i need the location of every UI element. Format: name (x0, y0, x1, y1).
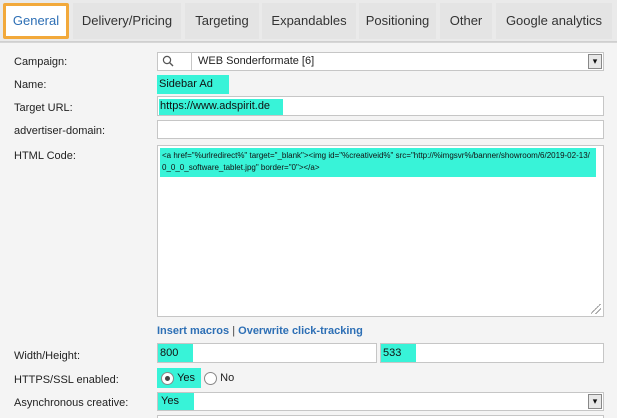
name-label: Name: (14, 79, 47, 91)
name-value: Sidebar Ad (157, 75, 229, 94)
https-radio-group: Yes No (157, 368, 234, 388)
search-icon[interactable] (158, 53, 192, 70)
https-yes-label: Yes (177, 372, 196, 385)
target-url-value: https://www.adspirit.de (159, 99, 283, 115)
width-input[interactable]: 800 (157, 343, 377, 363)
campaign-label: Campaign: (14, 56, 68, 68)
target-url-label: Target URL: (14, 102, 73, 114)
chevron-down-icon[interactable]: ▾ (588, 394, 602, 409)
tab-other[interactable]: Other (440, 3, 492, 39)
radio-yes[interactable] (161, 371, 174, 385)
name-input[interactable]: Sidebar Ad (157, 75, 229, 94)
tab-positioning[interactable]: Positioning (359, 3, 436, 39)
code-links: Insert macros | Overwrite click-tracking (157, 325, 363, 337)
advertiser-domain-label: advertiser-domain: (14, 125, 106, 137)
resize-grip-icon[interactable] (591, 304, 601, 314)
https-label: HTTPS/SSL enabled: (14, 374, 119, 386)
general-form: Campaign: WEB Sonderformate [6] ▾ Name: … (0, 42, 617, 418)
async-label: Asynchronous creative: (14, 397, 129, 409)
ad-editor: General Delivery/Pricing Targeting Expan… (0, 0, 617, 418)
async-select[interactable]: Yes ▾ (157, 392, 604, 411)
html-code-value: <a href="%urlredirect%" target="_blank">… (160, 148, 596, 177)
https-no-label: No (220, 372, 235, 385)
html-code-label: HTML Code: (14, 150, 76, 162)
chevron-down-icon[interactable]: ▾ (588, 54, 602, 69)
https-yes-option[interactable]: Yes (157, 368, 201, 388)
tab-general[interactable]: General (3, 3, 69, 39)
tab-expandables[interactable]: Expandables (262, 3, 356, 39)
width-height-label: Width/Height: (14, 350, 81, 362)
async-value: Yes (158, 393, 194, 410)
tab-delivery-pricing[interactable]: Delivery/Pricing (73, 3, 181, 39)
campaign-value: WEB Sonderformate [6] (198, 55, 315, 67)
tab-google-analytics[interactable]: Google analytics (496, 3, 612, 39)
overwrite-click-tracking-link[interactable]: Overwrite click-tracking (238, 325, 363, 337)
width-value: 800 (158, 344, 193, 362)
html-code-textarea[interactable]: <a href="%urlredirect%" target="_blank">… (157, 145, 604, 317)
link-separator: | (232, 325, 236, 337)
target-url-input[interactable]: https://www.adspirit.de (157, 96, 604, 116)
tab-targeting[interactable]: Targeting (185, 3, 259, 39)
height-value: 533 (381, 344, 416, 362)
advertiser-domain-input[interactable] (157, 120, 604, 139)
insert-macros-link[interactable]: Insert macros (157, 325, 229, 337)
height-input[interactable]: 533 (380, 343, 604, 363)
tab-bar: General Delivery/Pricing Targeting Expan… (0, 0, 617, 42)
radio-no[interactable] (204, 371, 218, 385)
https-no-option[interactable]: No (204, 368, 234, 385)
campaign-select[interactable]: WEB Sonderformate [6] ▾ (157, 52, 604, 71)
